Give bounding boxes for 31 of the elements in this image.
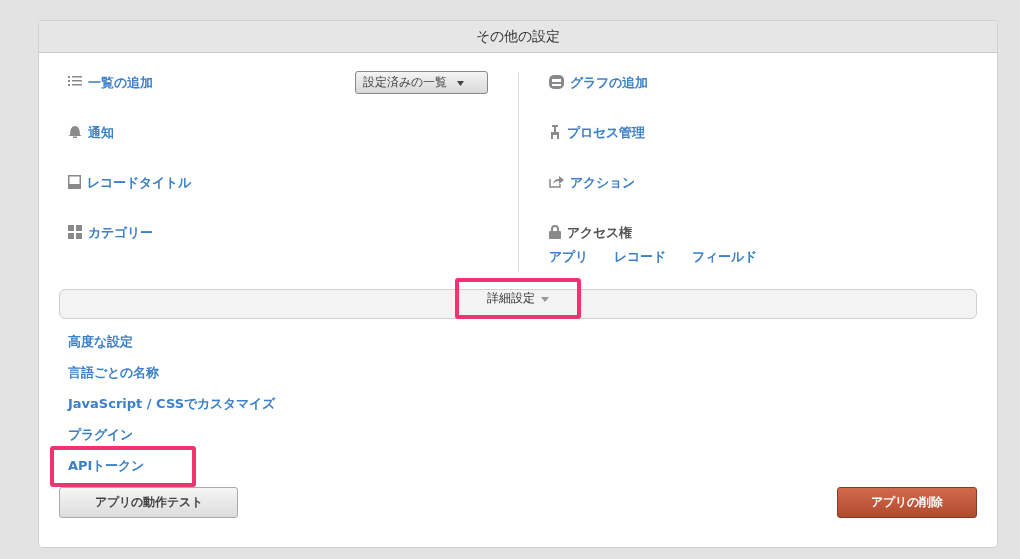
printer-icon	[549, 75, 564, 89]
advanced-link[interactable]: JavaScript / CSSでカスタマイズ	[68, 395, 276, 413]
setting-link[interactable]: 通知	[88, 124, 114, 142]
advanced-link[interactable]: 言語ごとの名称	[68, 364, 159, 382]
record-icon	[68, 175, 81, 189]
setting-link[interactable]: レコードタイトル	[87, 174, 191, 192]
test-button[interactable]: アプリの動作テスト	[59, 487, 238, 518]
setting-link[interactable]: グラフの追加	[570, 74, 648, 92]
setting-link[interactable]: プロセス管理	[567, 124, 645, 142]
stamp-icon	[549, 125, 561, 139]
delete-button[interactable]: アプリの削除	[837, 487, 977, 518]
caret-icon	[457, 80, 464, 86]
advanced-link[interactable]: APIトークン	[68, 457, 145, 475]
panel-title: その他の設定	[39, 21, 997, 53]
setting-link[interactable]: 一覧の追加	[88, 74, 153, 92]
advanced-link[interactable]: プラグイン	[68, 426, 133, 444]
access-link[interactable]: アプリ	[549, 248, 588, 266]
setting-link[interactable]: アクション	[570, 174, 635, 192]
access-heading: アクセス権	[567, 224, 632, 242]
access-link[interactable]: レコード	[614, 248, 666, 266]
access-link[interactable]: フィールド	[692, 248, 757, 266]
advanced-link[interactable]: 高度な設定	[68, 333, 133, 351]
lock-icon	[549, 225, 561, 239]
detail-toggle[interactable]: 詳細設定	[481, 290, 555, 307]
list-dropdown[interactable]: 設定済みの一覧	[355, 71, 488, 94]
caret-icon	[541, 296, 549, 302]
setting-link[interactable]: カテゴリー	[88, 224, 153, 242]
grid-icon	[68, 225, 82, 239]
bell-icon	[68, 125, 82, 138]
share-icon	[549, 175, 564, 188]
list-icon	[68, 75, 82, 87]
